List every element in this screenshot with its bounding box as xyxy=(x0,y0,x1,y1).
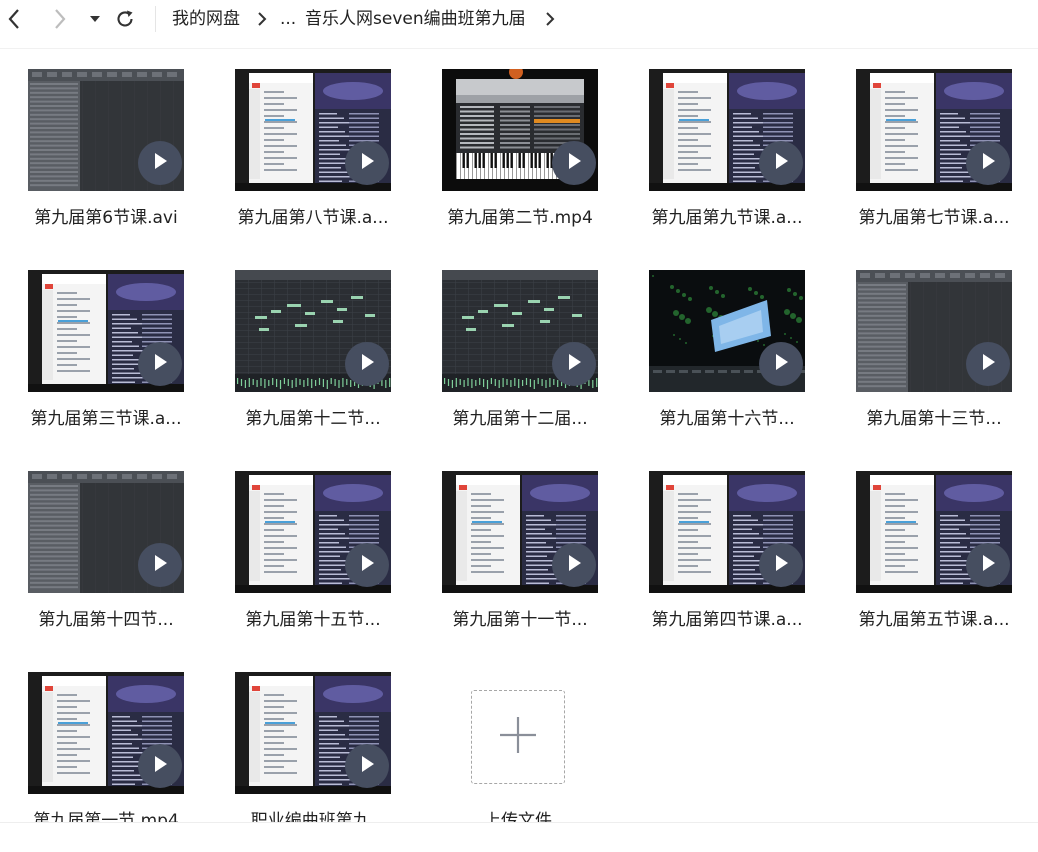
play-button[interactable] xyxy=(345,342,389,386)
file-name[interactable]: 第九届第二节.mp4 xyxy=(432,203,608,228)
video-thumbnail xyxy=(442,471,598,593)
play-button[interactable] xyxy=(552,141,596,185)
video-thumbnail xyxy=(649,270,805,392)
play-button[interactable] xyxy=(345,543,389,587)
video-thumbnail xyxy=(649,471,805,593)
file-item[interactable]: 第九届第十六节... xyxy=(639,270,809,450)
video-thumbnail xyxy=(649,69,805,191)
file-item[interactable]: 第九届第十四节... xyxy=(18,471,188,651)
play-button[interactable] xyxy=(759,141,803,185)
play-button[interactable] xyxy=(966,141,1010,185)
play-button[interactable] xyxy=(345,744,389,788)
file-item[interactable]: 第九届第6节课.avi xyxy=(18,69,188,249)
play-button[interactable] xyxy=(138,342,182,386)
play-icon xyxy=(358,151,376,175)
play-icon xyxy=(151,151,169,175)
play-icon xyxy=(358,553,376,577)
file-name[interactable]: 第九届第6节课.avi xyxy=(18,203,194,228)
file-item[interactable]: 第九届第五节课.a... xyxy=(846,471,1016,651)
video-thumbnail xyxy=(235,471,391,593)
file-item[interactable]: 第九届第三节课.a... xyxy=(18,270,188,450)
file-name[interactable]: 第九届第三节课.a... xyxy=(18,404,194,429)
file-name[interactable]: 第九届第十四节... xyxy=(18,605,194,630)
play-icon xyxy=(979,151,997,175)
video-thumbnail xyxy=(856,471,1012,593)
play-button[interactable] xyxy=(138,141,182,185)
play-button[interactable] xyxy=(552,342,596,386)
video-thumbnail xyxy=(856,270,1012,392)
play-icon xyxy=(979,352,997,376)
footer-area xyxy=(0,823,1038,841)
video-thumbnail xyxy=(28,270,184,392)
video-thumbnail xyxy=(28,69,184,191)
video-thumbnail xyxy=(856,69,1012,191)
file-name[interactable]: 第九届第九节课.a... xyxy=(639,203,815,228)
video-thumbnail xyxy=(442,270,598,392)
file-name[interactable]: 第九届第五节课.a... xyxy=(846,605,1022,630)
play-icon xyxy=(565,553,583,577)
play-button[interactable] xyxy=(138,543,182,587)
play-icon xyxy=(565,151,583,175)
play-button[interactable] xyxy=(345,141,389,185)
video-thumbnail xyxy=(235,270,391,392)
play-icon xyxy=(772,151,790,175)
play-button[interactable] xyxy=(759,342,803,386)
file-item[interactable]: 第九届第二节.mp4 xyxy=(432,69,602,249)
play-icon xyxy=(358,352,376,376)
file-name[interactable]: 第九届第十六节... xyxy=(639,404,815,429)
video-thumbnail xyxy=(235,69,391,191)
play-button[interactable] xyxy=(552,543,596,587)
video-thumbnail xyxy=(28,672,184,794)
play-icon xyxy=(151,754,169,778)
play-button[interactable] xyxy=(138,744,182,788)
play-icon xyxy=(772,553,790,577)
play-icon xyxy=(358,754,376,778)
play-icon xyxy=(772,352,790,376)
file-name[interactable]: 第九届第七节课.a... xyxy=(846,203,1022,228)
video-thumbnail xyxy=(28,471,184,593)
file-item[interactable]: 第九届第十五节... xyxy=(225,471,395,651)
play-icon xyxy=(979,553,997,577)
file-item[interactable]: 第九届第十二节... xyxy=(225,270,395,450)
play-button[interactable] xyxy=(966,543,1010,587)
file-item[interactable]: 第九届第七节课.a... xyxy=(846,69,1016,249)
upload-button[interactable] xyxy=(471,690,565,784)
video-thumbnail xyxy=(235,672,391,794)
video-thumbnail xyxy=(442,69,598,191)
play-button[interactable] xyxy=(966,342,1010,386)
play-button[interactable] xyxy=(759,543,803,587)
plus-icon xyxy=(498,715,538,759)
file-name[interactable]: 第九届第十三节... xyxy=(846,404,1022,429)
file-name[interactable]: 第九届第十二届... xyxy=(432,404,608,429)
file-item[interactable]: 第九届第十一节... xyxy=(432,471,602,651)
file-item[interactable]: 第九届第十三节... xyxy=(846,270,1016,450)
play-icon xyxy=(151,553,169,577)
file-name[interactable]: 第九届第十二节... xyxy=(225,404,401,429)
file-name[interactable]: 第九届第十五节... xyxy=(225,605,401,630)
file-item[interactable]: 第九届第四节课.a... xyxy=(639,471,809,651)
file-name[interactable]: 第九届第四节课.a... xyxy=(639,605,815,630)
file-name[interactable]: 第九届第十一节... xyxy=(432,605,608,630)
file-item[interactable]: 第九届第九节课.a... xyxy=(639,69,809,249)
play-icon xyxy=(151,352,169,376)
play-icon xyxy=(565,352,583,376)
file-item[interactable]: 第九届第八节课.a... xyxy=(225,69,395,249)
file-name[interactable]: 第九届第八节课.a... xyxy=(225,203,401,228)
file-item[interactable]: 第九届第十二届... xyxy=(432,270,602,450)
